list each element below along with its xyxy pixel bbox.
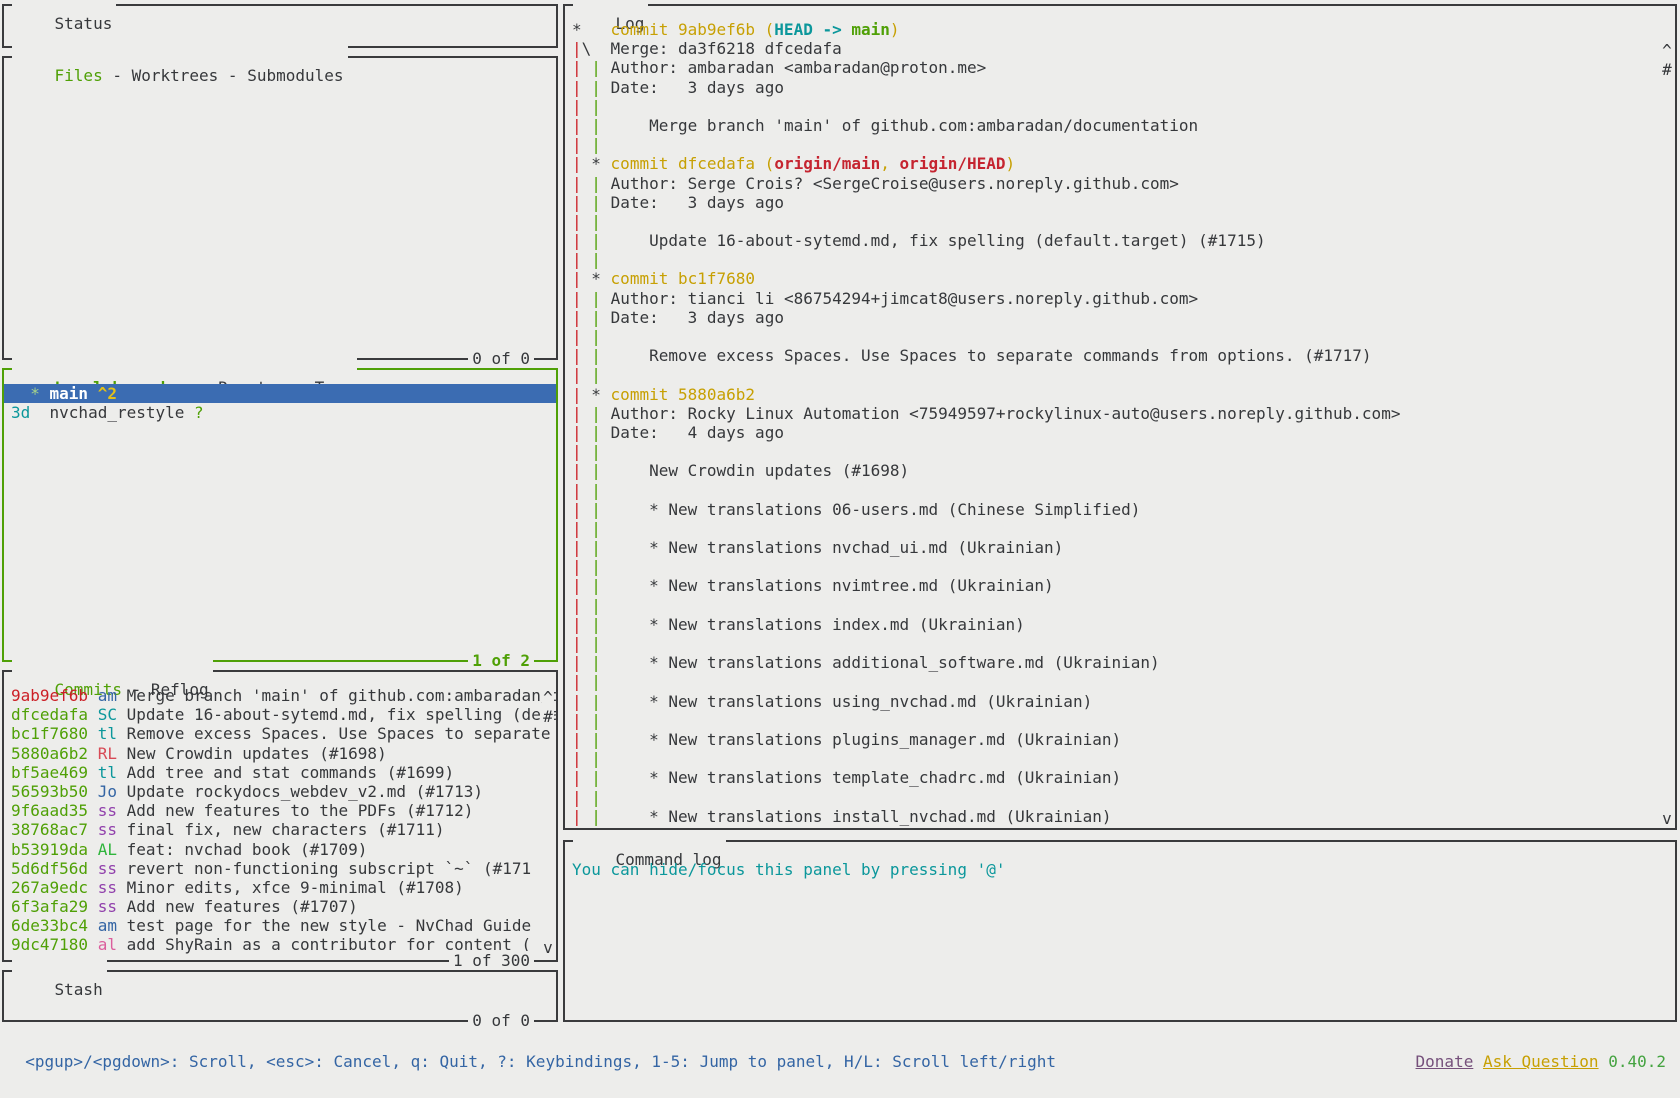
log-panel[interactable]: Log * commit 9ab9ef6b (HEAD -> main)|\ M… xyxy=(563,4,1677,830)
log-line: | | Remove excess Spaces. Use Spaces to … xyxy=(565,346,1675,365)
log-line: | | * New translations install_nvchad.md… xyxy=(565,807,1675,826)
scrollbar-thumb[interactable]: # xyxy=(1661,60,1673,79)
commit-row[interactable]: 5d6df56d ss revert non-functioning subsc… xyxy=(4,859,556,878)
log-line: | * commit dfcedafa (origin/main, origin… xyxy=(565,154,1675,173)
commit-row[interactable]: dfcedafa SC Update 16-about-sytemd.md, f… xyxy=(4,705,556,724)
log-line: | * commit bc1f7680 xyxy=(565,269,1675,288)
log-line: | | * New translations additional_softwa… xyxy=(565,653,1675,672)
files-panel[interactable]: Files - Worktrees - Submodules 0 of 0 xyxy=(2,56,558,360)
scrollbar-up-arrow[interactable]: ^ xyxy=(542,688,554,707)
command-log-tip: Random tip: You can page through the ite… xyxy=(565,898,1675,917)
commit-row[interactable]: 267a9edc ss Minor edits, xfce 9-minimal … xyxy=(4,878,556,897)
commit-row[interactable]: bc1f7680 tl Remove excess Spaces. Use Sp… xyxy=(4,724,556,743)
log-line: | | Date: 4 days ago xyxy=(565,423,1675,442)
log-line: | | xyxy=(565,519,1675,538)
log-line: | | Date: 3 days ago xyxy=(565,78,1675,97)
command-log-panel[interactable]: Command log You can hide/focus this pane… xyxy=(563,840,1677,1022)
log-line: | | New Crowdin updates (#1698) xyxy=(565,461,1675,480)
log-line: | | Author: Rocky Linux Automation <7594… xyxy=(565,404,1675,423)
log-line: | | xyxy=(565,788,1675,807)
log-line: | | Date: 3 days ago xyxy=(565,193,1675,212)
log-line: | | * New translations nvimtree.md (Ukra… xyxy=(565,576,1675,595)
log-line: | | xyxy=(565,749,1675,768)
log-line: | | xyxy=(565,250,1675,269)
log-line: | | Merge branch 'main' of github.com:am… xyxy=(565,116,1675,135)
scrollbar-down-arrow[interactable]: v xyxy=(542,938,554,957)
bottom-status-bar: <pgup>/<pgdown>: Scroll, <esc>: Cancel, … xyxy=(0,1026,1680,1050)
ask-question-link[interactable]: Ask Question xyxy=(1483,1052,1599,1071)
log-line: | | xyxy=(565,634,1675,653)
branch-row[interactable]: * main ^2 xyxy=(4,384,556,403)
log-line: | | xyxy=(565,135,1675,154)
log-line: | | * New translations 06-users.md (Chin… xyxy=(565,500,1675,519)
commit-row[interactable]: 6f3afa29 ss Add new features (#1707) xyxy=(4,897,556,916)
status-line: ^2 documentation > main xyxy=(4,20,556,39)
log-line: | * commit 5880a6b2 xyxy=(565,385,1675,404)
log-line: * commit 9ab9ef6b (HEAD -> main) xyxy=(565,20,1675,39)
log-line: | | Author: Serge Crois? <SergeCroise@us… xyxy=(565,174,1675,193)
log-line: | | Author: ambaradan <ambaradan@proton.… xyxy=(565,58,1675,77)
keybindings-hint: <pgup>/<pgdown>: Scroll, <esc>: Cancel, … xyxy=(25,1052,1056,1071)
scrollbar-up-arrow[interactable]: ^ xyxy=(1661,41,1673,60)
commit-row[interactable]: 6de33bc4 am test page for the new style … xyxy=(4,916,556,935)
log-line: | | * New translations index.md (Ukraini… xyxy=(565,615,1675,634)
log-line: | | xyxy=(565,557,1675,576)
commit-row[interactable]: 9ab9ef6b am Merge branch 'main' of githu… xyxy=(4,686,556,705)
log-line: | | Update 16-about-sytemd.md, fix spell… xyxy=(565,231,1675,250)
branches-panel[interactable]: Local branches - Remotes - Tags * main ^… xyxy=(2,368,558,662)
log-line: | | xyxy=(565,442,1675,461)
log-line: | | xyxy=(565,327,1675,346)
scrollbar-down-arrow[interactable]: v xyxy=(1661,809,1673,828)
log-line: | | Date: 3 days ago xyxy=(565,308,1675,327)
donate-link[interactable]: Donate xyxy=(1416,1052,1474,1071)
commit-row[interactable]: 9f6aad35 ss Add new features to the PDFs… xyxy=(4,801,556,820)
branches-count: 1 of 2 xyxy=(468,651,534,671)
log-line: | | * New translations plugins_manager.m… xyxy=(565,730,1675,749)
branch-list: * main ^23d nvchad_restyle ? xyxy=(4,370,556,660)
commits-panel[interactable]: Commits - Reflog 9ab9ef6b am Merge branc… xyxy=(2,670,558,962)
log-line: | | Author: tianci li <86754294+jimcat8@… xyxy=(565,289,1675,308)
log-line: | | xyxy=(565,596,1675,615)
log-line: | | xyxy=(565,672,1675,691)
files-count: 0 of 0 xyxy=(468,349,534,369)
commit-row[interactable]: b53919da AL feat: nvchad book (#1709) xyxy=(4,840,556,859)
log-line: | | xyxy=(565,97,1675,116)
log-line: | | xyxy=(565,481,1675,500)
files-list xyxy=(4,58,556,358)
commit-list: 9ab9ef6b am Merge branch 'main' of githu… xyxy=(4,672,556,960)
command-log-hint: You can hide/focus this panel by pressin… xyxy=(565,860,1675,879)
log-line: | | xyxy=(565,711,1675,730)
log-line: | | * New translations template_chadrc.m… xyxy=(565,768,1675,787)
commit-row[interactable]: 5880a6b2 RL New Crowdin updates (#1698) xyxy=(4,744,556,763)
branch-row[interactable]: 3d nvchad_restyle ? xyxy=(4,403,556,422)
log-line: | | * New translations using_nvchad.md (… xyxy=(565,692,1675,711)
commit-row[interactable]: 38768ac7 ss final fix, new characters (#… xyxy=(4,820,556,839)
log-line: | | xyxy=(565,212,1675,231)
commit-row[interactable]: 56593b50 Jo Update rockydocs_webdev_v2.m… xyxy=(4,782,556,801)
log-line: | | xyxy=(565,365,1675,384)
status-panel[interactable]: Status ^2 documentation > main xyxy=(2,4,558,48)
log-lines: * commit 9ab9ef6b (HEAD -> main)|\ Merge… xyxy=(565,6,1675,828)
stash-panel[interactable]: Stash 0 of 0 xyxy=(2,970,558,1022)
version-label: 0.40.2 xyxy=(1608,1052,1666,1071)
scrollbar-thumb[interactable]: # xyxy=(542,707,554,726)
log-line: |\ Merge: da3f6218 dfcedafa xyxy=(565,39,1675,58)
log-line: | | * New translations nvchad_ui.md (Ukr… xyxy=(565,538,1675,557)
commit-row[interactable]: bf5ae469 tl Add tree and stat commands (… xyxy=(4,763,556,782)
commits-count: 1 of 300 xyxy=(449,951,534,971)
command-log-blank-line xyxy=(565,879,1675,898)
